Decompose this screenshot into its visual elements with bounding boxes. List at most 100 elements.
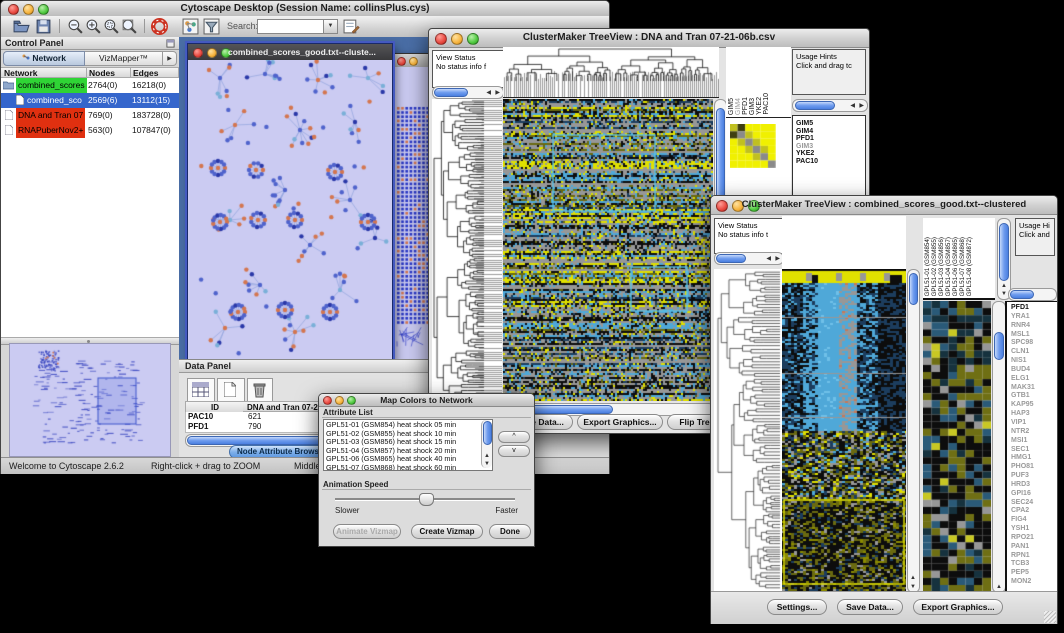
scroll-up-icon[interactable]: ▲: [1001, 283, 1007, 289]
tv2-settings-button[interactable]: Settings...: [767, 599, 827, 615]
tv1-correlation-matrix[interactable]: [730, 124, 776, 168]
tv2-row-dendrogram[interactable]: [714, 269, 782, 591]
close-icon[interactable]: [397, 57, 406, 66]
tab-network[interactable]: Network: [3, 51, 85, 66]
table-row[interactable]: RNAPuberNov2+ 563(0) 107847(0): [1, 123, 179, 138]
tv2-zoom-vscrollbar[interactable]: ▲: [992, 301, 1006, 593]
scroll-up-icon[interactable]: ▲: [484, 453, 490, 459]
col-header-edges[interactable]: Edges: [131, 67, 179, 78]
move-down-button[interactable]: v: [498, 445, 530, 457]
tv2-view-status: View Status No status info t: [714, 218, 787, 254]
zoom-fit-icon[interactable]: [121, 18, 138, 35]
scroll-left-icon[interactable]: ◀: [850, 103, 855, 109]
speed-slider-thumb[interactable]: [419, 493, 434, 506]
folder-icon: [3, 81, 14, 90]
zoom-selected-icon[interactable]: [103, 18, 120, 35]
scrollbar-thumb[interactable]: [434, 88, 468, 97]
scroll-left-icon[interactable]: ◀: [486, 90, 491, 96]
status-welcome: Welcome to Cytoscape 2.6.2: [9, 461, 124, 471]
col-header-network[interactable]: Network: [1, 67, 87, 78]
list-vscrollbar[interactable]: ▲ ▼: [481, 420, 492, 468]
tv1-usage-scrollbar[interactable]: ◀ ▶: [792, 99, 868, 112]
scroll-up-icon[interactable]: ▲: [910, 575, 916, 581]
search-dropdown-arrow-icon[interactable]: ▼: [323, 19, 338, 34]
grid-window-titlebar[interactable]: [393, 54, 431, 68]
tv1-export-graphics-button[interactable]: Export Graphics...: [577, 414, 663, 430]
tv1-row-dendrogram[interactable]: [432, 99, 502, 401]
float-panel-icon[interactable]: [166, 39, 175, 48]
scroll-right-icon[interactable]: ▶: [495, 90, 500, 96]
table-grid-icon: [192, 382, 209, 397]
move-up-button[interactable]: ^: [498, 431, 530, 443]
grid-network-canvas[interactable]: [393, 67, 431, 359]
new-attribute-button[interactable]: [217, 378, 245, 402]
tv2-zoom-heatmap[interactable]: [923, 301, 991, 591]
scroll-up-icon[interactable]: ▲: [996, 584, 1002, 590]
search-input[interactable]: [257, 19, 325, 34]
scrollbar-thumb[interactable]: [999, 223, 1009, 281]
scrollbar-thumb[interactable]: [483, 421, 492, 445]
control-panel-header: Control Panel: [1, 37, 179, 50]
dialog-titlebar[interactable]: Map Colors to Network: [319, 394, 534, 407]
delete-attribute-button[interactable]: [247, 378, 273, 402]
treeview1-titlebar[interactable]: ClusterMaker TreeView : DNA and Tran 07-…: [429, 29, 869, 48]
attribute-select-button[interactable]: [187, 378, 215, 402]
scroll-right-icon[interactable]: ▶: [775, 256, 780, 262]
vizmapper-icon[interactable]: [182, 18, 199, 35]
scroll-down-icon[interactable]: ▼: [484, 461, 490, 467]
birdseye-view[interactable]: [9, 343, 171, 457]
resize-grip[interactable]: [1044, 611, 1056, 623]
tv2-save-data-button[interactable]: Save Data...: [837, 599, 903, 615]
table-row-selected[interactable]: combined_sco 2569(6) 13112(15): [1, 93, 179, 108]
tab-vizmapper[interactable]: VizMapper™: [85, 51, 163, 66]
close-icon[interactable]: [193, 48, 203, 58]
animate-vizmap-button[interactable]: Animate Vizmap: [333, 524, 401, 539]
tv2-status-scrollbar[interactable]: ◀ ▶: [714, 252, 784, 265]
attribute-list[interactable]: GPL51-01 (GSM854) heat shock 05 minGPL51…: [326, 421, 478, 471]
network-window-titlebar[interactable]: combined_scores_good.txt--cluste...: [188, 44, 392, 60]
scroll-down-icon[interactable]: ▼: [1001, 291, 1007, 297]
tv1-status-scrollbar[interactable]: ◀ ▶: [432, 86, 504, 99]
network-canvas[interactable]: [190, 60, 390, 359]
map-colors-dialog: Map Colors to Network Attribute List GPL…: [318, 393, 535, 547]
table-row[interactable]: combined_scores 2764(0) 16218(0): [1, 78, 179, 93]
scroll-down-icon[interactable]: ▼: [910, 584, 916, 590]
tab-overflow-arrow[interactable]: ▶: [163, 51, 177, 66]
col-header-nodes[interactable]: Nodes: [87, 67, 131, 78]
scrollbar-thumb[interactable]: [994, 332, 1004, 360]
treeview2-title: ClusterMaker TreeView : combined_scores_…: [711, 199, 1057, 210]
scrollbar-thumb[interactable]: [716, 254, 746, 263]
attribute-listbox[interactable]: GPL51-01 (GSM854) heat shock 05 minGPL51…: [323, 419, 493, 471]
tv2-vscrollbar[interactable]: ▲ ▼: [907, 269, 920, 593]
scrollbar-thumb[interactable]: [1010, 290, 1034, 299]
zoom-in-icon[interactable]: [85, 18, 102, 35]
tv2-column-dendrogram-area[interactable]: [782, 216, 906, 270]
create-vizmap-button[interactable]: Create Vizmap: [411, 524, 483, 539]
help-icon[interactable]: [151, 18, 168, 35]
main-titlebar[interactable]: Cytoscape Desktop (Session Name: collins…: [1, 1, 609, 17]
tv1-heatmap[interactable]: [503, 99, 713, 401]
filter-icon[interactable]: [203, 18, 220, 35]
scroll-left-icon[interactable]: ◀: [766, 256, 771, 262]
tv2-usage-scrollbar[interactable]: [1008, 288, 1057, 301]
network-tab-icon: [22, 54, 30, 62]
table-row[interactable]: DNA and Tran 07 769(0) 183728(0): [1, 108, 179, 123]
zoom-out-icon[interactable]: [67, 18, 84, 35]
treeview2-titlebar[interactable]: ClusterMaker TreeView : combined_scores_…: [711, 196, 1057, 215]
tv2-collabel-scrollbar[interactable]: ▲ ▼: [997, 218, 1011, 300]
scrollbar-thumb[interactable]: [795, 101, 835, 110]
minimize-icon[interactable]: [207, 48, 217, 58]
tv1-view-status: View Status No status info f: [432, 50, 507, 88]
tv2-heatmap[interactable]: [782, 269, 906, 591]
annotation-icon[interactable]: [343, 18, 360, 35]
open-file-icon[interactable]: [13, 18, 30, 35]
scroll-right-icon[interactable]: ▶: [859, 103, 864, 109]
tv1-column-dendrogram[interactable]: [503, 47, 719, 98]
minimize-icon[interactable]: [409, 57, 418, 66]
scrollbar-thumb[interactable]: [909, 273, 918, 305]
done-button[interactable]: Done: [489, 524, 531, 539]
tv2-export-graphics-button[interactable]: Export Graphics...: [913, 599, 1003, 615]
network-view-window-grid: [392, 53, 432, 359]
desktop: Cytoscape Desktop (Session Name: collins…: [0, 0, 1064, 633]
save-icon[interactable]: [35, 18, 52, 35]
